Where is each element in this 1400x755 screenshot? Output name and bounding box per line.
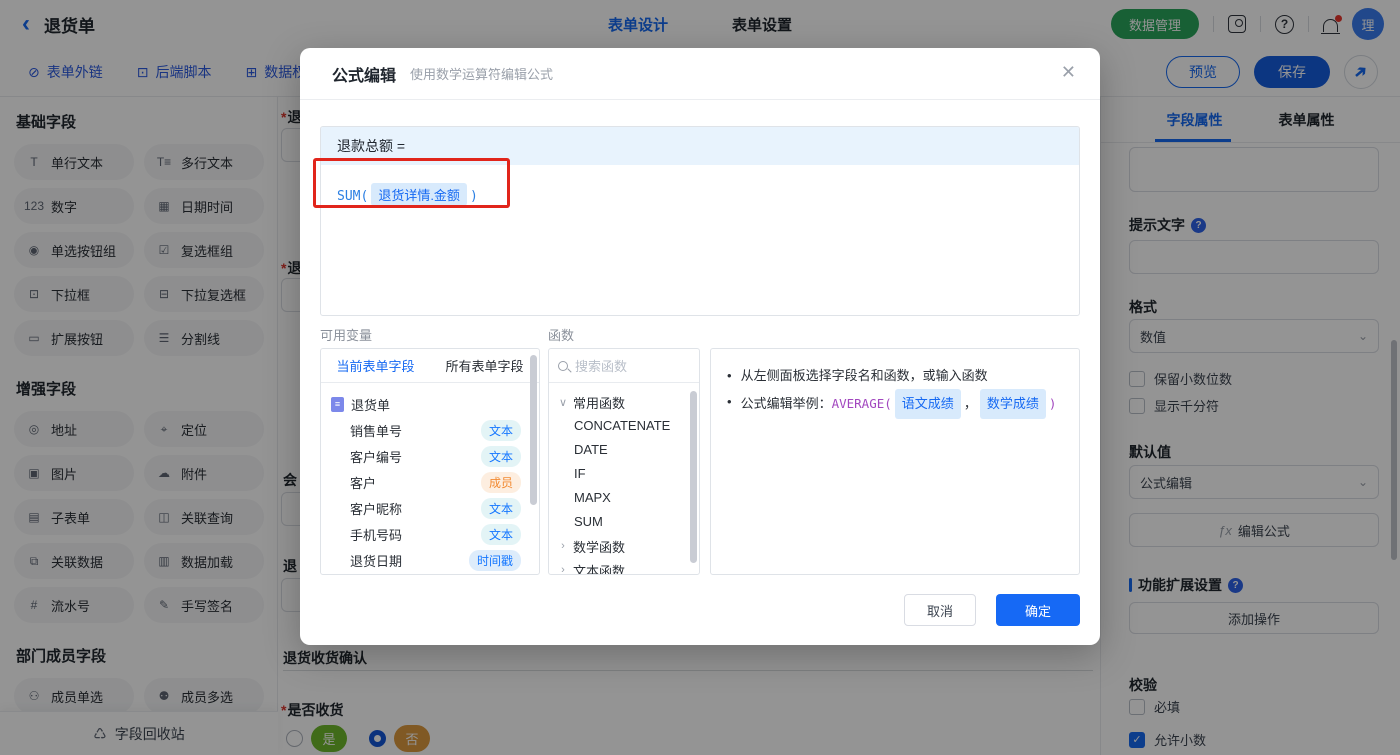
function-list: ∨ 常用函数 CONCATENATE DATE IF MAPX SUM › 数学函数 › 文本函数 bbox=[549, 383, 699, 575]
function-group-name: 常用函数 bbox=[573, 395, 626, 411]
cancel-button[interactable]: 取消 bbox=[904, 594, 976, 626]
example-close-paren: ) bbox=[1048, 396, 1057, 411]
search-placeholder: 搜索函数 bbox=[575, 359, 628, 374]
variables-scrollbar[interactable] bbox=[530, 355, 537, 505]
function-item[interactable]: CONCATENATE bbox=[551, 414, 697, 438]
variable-name: 客户 bbox=[350, 475, 377, 491]
variable-name: 手机号码 bbox=[350, 527, 403, 543]
functions-label: 函数 bbox=[548, 328, 575, 343]
formula-close-paren: ) bbox=[469, 189, 478, 204]
functions-panel: 搜索函数 ∨ 常用函数 CONCATENATE DATE IF MAPX SUM › 数学函数 ›… bbox=[548, 348, 700, 575]
variable-row[interactable]: 客户编号 文本 bbox=[331, 443, 533, 469]
variable-row[interactable]: 手机号码 文本 bbox=[331, 521, 533, 547]
variable-row[interactable]: 销售单号 文本 bbox=[331, 417, 533, 443]
example-chip: 数学成绩 bbox=[979, 389, 1046, 419]
caret-down-icon: ∨ bbox=[558, 396, 568, 409]
functions-scrollbar[interactable] bbox=[690, 391, 697, 563]
bullet-icon: • bbox=[727, 394, 732, 409]
formula-field-chip[interactable]: 退货详情.金额 bbox=[371, 183, 467, 206]
search-icon bbox=[558, 360, 568, 371]
formula-editor-modal: 公式编辑 使用数学运算符编辑公式 ✕ 退款总额 = SUM(退货详情.金额) 可… bbox=[300, 48, 1100, 645]
field-type-chip: 文本 bbox=[480, 497, 521, 519]
field-type-chip: 成员 bbox=[480, 471, 521, 493]
example-chip: 语文成绩 bbox=[894, 389, 961, 419]
modal-header: 公式编辑 使用数学运算符编辑公式 ✕ bbox=[300, 48, 1100, 100]
function-group-expanded[interactable]: ∨ 常用函数 bbox=[551, 390, 697, 414]
formula-expression[interactable]: SUM(退货详情.金额) bbox=[321, 165, 1079, 224]
variables-panel: 当前表单字段 所有表单字段 ≡ 退货单 销售单号 文本 客户编号 文本 客户 成员 客户昵称… bbox=[320, 348, 540, 575]
function-group-name: 数学函数 bbox=[573, 539, 626, 555]
variables-tabs: 当前表单字段 所有表单字段 bbox=[321, 349, 539, 383]
field-type-chip: 时间戳 bbox=[468, 549, 521, 571]
function-item[interactable]: MAPX bbox=[551, 486, 697, 510]
modal-title: 公式编辑 bbox=[332, 67, 397, 85]
variable-row[interactable]: 客户 成员 bbox=[331, 469, 533, 495]
field-type-chip: 文本 bbox=[480, 445, 521, 467]
tip-example-row: • 公式编辑举例：AVERAGE(语文成绩，数学成绩) bbox=[727, 389, 1063, 419]
formula-editor-box[interactable]: 退款总额 = SUM(退货详情.金额) bbox=[320, 126, 1080, 316]
example-function: AVERAGE( bbox=[831, 396, 892, 411]
variable-name: 销售单号 bbox=[350, 423, 403, 439]
variable-name: 退货日期 bbox=[350, 553, 403, 569]
variable-row[interactable]: 客户昵称 文本 bbox=[331, 495, 533, 521]
formula-target-band: 退款总额 = bbox=[321, 127, 1079, 165]
function-group-collapsed[interactable]: › 文本函数 bbox=[551, 558, 697, 575]
function-group-collapsed[interactable]: › 数学函数 bbox=[551, 534, 697, 558]
field-type-chip: 文本 bbox=[480, 419, 521, 441]
form-designer-page: ‹ 退货单 表单设计 表单设置 数据管理 ? 理 ⊘ 表单外链 ⊡ 后端脚本 ⊞ 数据权 … bbox=[0, 0, 1400, 755]
tips-panel: • 从左侧面板选择字段名和函数，或输入函数 • 公式编辑举例：AVERAGE(语… bbox=[710, 348, 1080, 575]
formula-function: SUM( bbox=[337, 189, 369, 204]
tip-row: • 从左侧面板选择字段名和函数，或输入函数 bbox=[727, 363, 1063, 389]
variable-name: 客户编号 bbox=[350, 449, 403, 465]
form-doc-icon: ≡ bbox=[331, 396, 344, 412]
modal-subtitle: 使用数学运算符编辑公式 bbox=[410, 67, 554, 82]
caret-right-icon: › bbox=[561, 540, 565, 552]
variable-row[interactable]: 退货日期 时间戳 bbox=[331, 547, 533, 573]
tab-current-form-fields[interactable]: 当前表单字段 bbox=[321, 349, 430, 382]
example-separator: ， bbox=[963, 396, 977, 411]
function-search-box[interactable]: 搜索函数 bbox=[549, 349, 699, 383]
caret-right-icon: › bbox=[561, 564, 565, 575]
close-icon[interactable]: ✕ bbox=[1061, 62, 1076, 83]
variable-name: 客户昵称 bbox=[350, 501, 403, 517]
modal-footer: 取消 确定 bbox=[904, 594, 1080, 626]
form-node[interactable]: ≡ 退货单 bbox=[331, 391, 533, 417]
bullet-icon: • bbox=[727, 368, 732, 383]
function-item[interactable]: DATE bbox=[551, 438, 697, 462]
function-item[interactable]: IF bbox=[551, 462, 697, 486]
function-group-name: 文本函数 bbox=[573, 563, 626, 575]
tab-all-form-fields[interactable]: 所有表单字段 bbox=[430, 349, 539, 382]
variables-list: ≡ 退货单 销售单号 文本 客户编号 文本 客户 成员 客户昵称 文本 手机号码 文本 退货日期 时间… bbox=[321, 383, 539, 574]
variables-label: 可用变量 bbox=[320, 328, 373, 343]
confirm-button[interactable]: 确定 bbox=[996, 594, 1080, 626]
field-type-chip: 文本 bbox=[480, 523, 521, 545]
function-item[interactable]: SUM bbox=[551, 510, 697, 534]
example-prefix: 公式编辑举例： bbox=[740, 396, 832, 411]
